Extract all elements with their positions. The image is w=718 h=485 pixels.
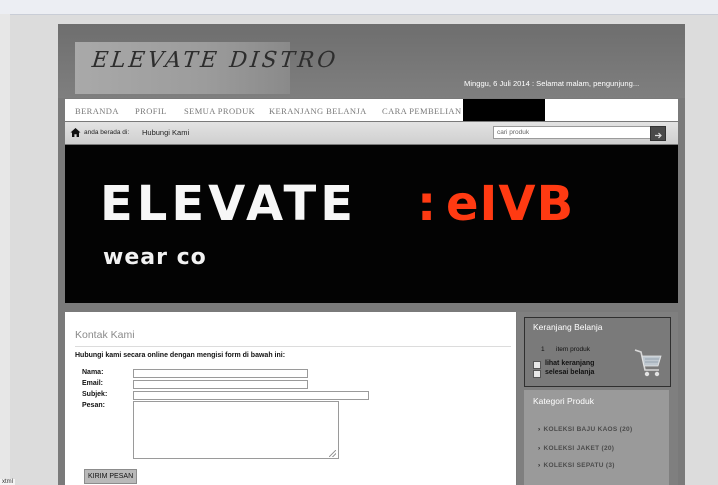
message-textarea[interactable] (133, 401, 339, 459)
nav-active-block[interactable] (463, 99, 545, 121)
banner-word: ELEVATE (100, 176, 358, 232)
category-label: KOLEKSI JAKET (20) (543, 445, 615, 452)
banner-colon: : (417, 176, 437, 232)
breadcrumb-current: Hubungi Kami (142, 128, 190, 137)
category-label: KOLEKSI BAJU KAOS (20) (543, 426, 633, 433)
nav-item-profil[interactable]: PROFIL (135, 106, 167, 116)
cart-count: 1 (541, 346, 545, 353)
subject-label: Subjek: (82, 391, 108, 398)
category-item-baju-kaos[interactable]: › KOLEKSI BAJU KAOS (20) (538, 426, 632, 433)
submit-button[interactable]: KIRIM PESAN (84, 469, 138, 484)
left-page-margin (0, 14, 10, 485)
checkout-link[interactable]: selesai belanja (545, 369, 594, 376)
message-label: Pesan: (82, 402, 105, 409)
chevron-right-icon: › (538, 462, 541, 469)
view-cart-link[interactable]: lihat keranjang (545, 360, 594, 367)
category-item-sepatu[interactable]: › KOLEKSI SEPATU (3) (538, 462, 615, 469)
page-title: Kontak Kami (75, 329, 135, 341)
home-icon[interactable] (70, 127, 81, 138)
title-divider (75, 346, 511, 347)
resize-grip-icon[interactable] (329, 450, 336, 457)
cart-count-unit: item produk (556, 346, 590, 353)
banner-brand: eIVB (446, 176, 575, 232)
bullet-icon (533, 361, 541, 369)
nav-item-beranda[interactable]: BERANDA (75, 106, 119, 116)
shopping-cart-icon (634, 349, 662, 377)
cart-title: Keranjang Belanja (533, 322, 603, 332)
category-title: Kategori Produk (533, 396, 594, 406)
nav-item-keranjang-belanja[interactable]: KERANJANG BELANJA (269, 106, 367, 116)
subject-field[interactable] (133, 391, 369, 400)
name-field[interactable] (133, 369, 308, 378)
browser-top-edge (0, 0, 718, 15)
breadcrumb-prefix: anda berada di: (84, 129, 130, 136)
category-item-jaket[interactable]: › KOLEKSI JAKET (20) (538, 445, 614, 452)
chevron-right-icon: › (538, 426, 541, 433)
status-text: xtml (0, 479, 15, 485)
name-label: Nama: (82, 369, 104, 376)
search-button[interactable] (650, 126, 666, 141)
nav-item-cara-pembelian[interactable]: CARA PEMBELIAN (382, 106, 462, 116)
bullet-icon (533, 370, 541, 378)
chevron-right-icon: › (538, 445, 541, 452)
category-label: KOLEKSI SEPATU (3) (543, 462, 615, 469)
arrow-right-icon (655, 132, 662, 139)
email-label: Email: (82, 380, 104, 387)
email-field[interactable] (133, 380, 308, 389)
site-logo[interactable]: ELEVATE DISTRO (91, 48, 340, 73)
date-greeting: Minggu, 6 Juli 2014 : Selamat malam, pen… (464, 79, 640, 88)
form-intro: Hubungi kami secara online dengan mengis… (75, 352, 286, 359)
nav-item-semua-produk[interactable]: SEMUA PRODUK (184, 106, 255, 116)
search-input[interactable] (493, 126, 652, 139)
banner-subtitle: wear co (103, 245, 207, 270)
